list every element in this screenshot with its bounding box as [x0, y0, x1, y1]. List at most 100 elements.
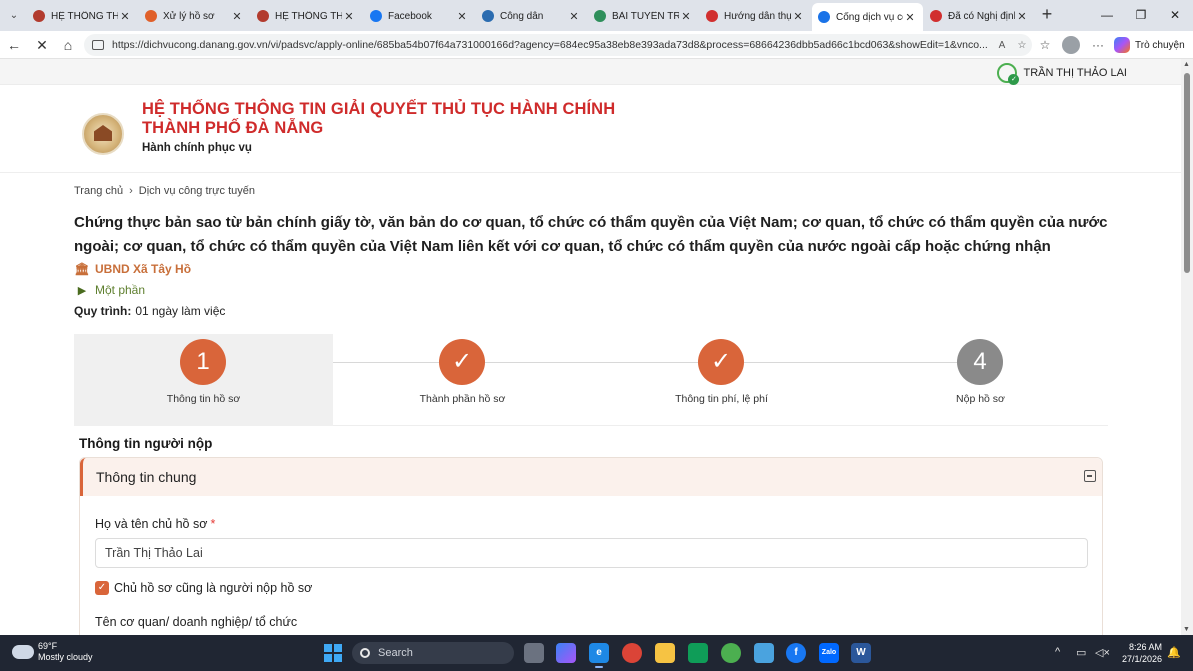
home-icon[interactable]: ⌂: [58, 35, 78, 55]
show-hidden-icons[interactable]: ^: [1055, 646, 1060, 658]
owner-label-text: Họ và tên chủ hồ sơ: [95, 517, 208, 531]
file-explorer-icon[interactable]: [655, 643, 675, 663]
edge-app-icon[interactable]: e: [589, 643, 609, 668]
notification-bell-icon[interactable]: 🔔: [1167, 646, 1181, 659]
top-user-strip: TRẦN THỊ THẢO LAI: [0, 59, 1181, 85]
restore-icon[interactable]: ❐: [1124, 4, 1158, 26]
word-app-icon[interactable]: W: [851, 643, 871, 663]
step-2[interactable]: ✓ Thành phần hồ sơ: [333, 334, 592, 426]
browser-tab[interactable]: HỆ THỐNG THÔN✕: [27, 4, 138, 28]
process-value: 01 ngày làm việc: [135, 304, 226, 318]
browser-tab[interactable]: Đã có Nghị định ✕: [924, 4, 1035, 28]
owner-is-submitter-row[interactable]: ✓ Chủ hồ sơ cũng là người nộp hồ sơ: [95, 581, 312, 595]
zalo-app-icon[interactable]: Zalo: [819, 643, 839, 663]
copilot-app-icon[interactable]: [556, 643, 576, 663]
app-icon[interactable]: [721, 643, 741, 663]
step-label: Thành phần hồ sơ: [419, 393, 506, 405]
weather-widget[interactable]: 69°F Mostly cloudy: [10, 640, 93, 663]
step-number: 1: [180, 339, 226, 385]
tab-label: Công dân: [500, 10, 544, 22]
breadcrumb-current[interactable]: Dịch vụ công trực tuyến: [139, 185, 255, 197]
site-title[interactable]: HỆ THỐNG THÔNG TIN GIẢI QUYẾT THỦ TỤC HÀ…: [142, 100, 615, 138]
tab-close-icon[interactable]: ✕: [1015, 10, 1029, 23]
url-text: https://dichvucong.danang.gov.vn/vi/pads…: [112, 39, 988, 51]
url-field[interactable]: https://dichvucong.danang.gov.vn/vi/pads…: [84, 34, 1032, 56]
display-icon[interactable]: ▭: [1076, 646, 1086, 659]
breadcrumb-home[interactable]: Trang chủ: [74, 185, 123, 197]
site-info-icon[interactable]: [92, 40, 104, 50]
collapse-icon[interactable]: [1084, 470, 1096, 482]
chrome-app-icon[interactable]: [622, 643, 642, 663]
step-3[interactable]: ✓ Thông tin phí, lệ phí: [592, 334, 851, 426]
tab-label: Facebook: [388, 10, 432, 22]
tab-close-icon[interactable]: ✕: [342, 10, 356, 23]
new-tab-button[interactable]: +: [1037, 5, 1057, 25]
tab-close-icon[interactable]: ✕: [118, 10, 132, 23]
tab-favicon-icon: [370, 10, 382, 22]
tab-close-icon[interactable]: ✕: [679, 10, 693, 23]
copilot-icon: [1114, 37, 1130, 53]
scroll-down-icon[interactable]: ▼: [1183, 626, 1190, 633]
tab-close-icon[interactable]: ✕: [791, 10, 805, 23]
tab-close-icon[interactable]: ✕: [903, 11, 917, 24]
read-aloud-icon[interactable]: A: [992, 40, 1012, 51]
browser-tab[interactable]: Hướng dẫn thực ✕: [700, 4, 811, 28]
copilot-button[interactable]: Trò chuyện: [1114, 36, 1185, 54]
taskbar-search[interactable]: Search: [352, 642, 514, 664]
user-verified-icon: [997, 63, 1020, 85]
browser-tab-bar: ⌄ HỆ THỐNG THÔN✕Xử lý hồ sơ✕HỆ THỐNG THÔ…: [0, 0, 1193, 31]
web-page: TRẦN THỊ THẢO LAI HỆ THỐNG THÔNG TIN GIẢ…: [0, 59, 1181, 635]
scrollbar-thumb[interactable]: [1184, 73, 1190, 273]
browser-tab[interactable]: Facebook ✕: [364, 4, 475, 28]
browser-tab[interactable]: Cổng dịch vụ côn✕: [812, 3, 923, 31]
user-menu[interactable]: TRẦN THỊ THẢO LAI: [997, 63, 1127, 85]
check-icon: ✓: [698, 339, 744, 385]
tab-label: HỆ THỐNG THÔN: [51, 10, 118, 22]
site-title-line1: HỆ THỐNG THÔNG TIN GIẢI QUYẾT THỦ TỤC HÀ…: [142, 100, 616, 118]
favorite-star-icon[interactable]: ☆: [1012, 40, 1032, 51]
profile-avatar[interactable]: [1062, 36, 1080, 54]
page-scrollbar[interactable]: ▲ ▼: [1181, 59, 1193, 635]
org-name-label: Tên cơ quan/ doanh nghiệp/ tổ chức: [95, 615, 298, 629]
browser-tab[interactable]: Xử lý hồ sơ ✕: [139, 4, 250, 28]
store-app-icon[interactable]: [688, 643, 708, 663]
arrow-tag-icon: ▶: [77, 284, 87, 297]
favorites-icon[interactable]: ☆: [1036, 36, 1054, 54]
step-4[interactable]: 4 Nộp hồ sơ: [851, 334, 1110, 426]
tab-favicon-icon: [818, 11, 830, 23]
browser-tab[interactable]: Công dân ✕: [476, 4, 587, 28]
browser-tab[interactable]: BÀI TUYÊN TRUYỀ✕: [588, 4, 699, 28]
tab-label: Hướng dẫn thực: [724, 10, 791, 22]
step-label: Nộp hồ sơ: [956, 393, 1005, 405]
back-icon[interactable]: ←: [4, 35, 24, 55]
chevron-right-icon: ›: [129, 185, 133, 197]
checkbox-checked-icon[interactable]: ✓: [95, 581, 109, 595]
procedure-title: Chứng thực bản sao từ bản chính giấy tờ,…: [74, 214, 1108, 255]
start-button[interactable]: [324, 644, 342, 662]
stop-loading-icon[interactable]: ✕: [32, 35, 52, 55]
tab-label: HỆ THỐNG THÔN: [275, 10, 342, 22]
step-1[interactable]: 1 Thông tin hồ sơ: [74, 334, 333, 426]
general-info-card: Thông tin chung Họ và tên chủ hồ sơ* ✓ C…: [79, 457, 1103, 635]
more-options-icon[interactable]: ···: [1089, 36, 1107, 54]
scroll-up-icon[interactable]: ▲: [1183, 61, 1190, 68]
facebook-app-icon[interactable]: f: [786, 643, 806, 663]
tab-close-icon[interactable]: ✕: [230, 10, 244, 23]
minimize-icon[interactable]: —: [1090, 4, 1124, 26]
agency-row: 🏛 UBND Xã Tây Hồ: [74, 262, 191, 276]
tab-close-icon[interactable]: ✕: [567, 10, 581, 23]
tab-label: Cổng dịch vụ côn: [836, 11, 903, 23]
task-view-icon[interactable]: [524, 643, 544, 663]
tab-close-icon[interactable]: ✕: [455, 10, 469, 23]
volume-muted-icon[interactable]: ◁×: [1095, 646, 1110, 659]
browser-tab[interactable]: HỆ THỐNG THÔN✕: [251, 4, 362, 28]
clock[interactable]: 8:26 AM 27/1/2026: [1116, 641, 1162, 665]
site-logo[interactable]: [82, 113, 124, 155]
close-window-icon[interactable]: ✕: [1158, 4, 1192, 26]
tab-actions-menu-icon[interactable]: ⌄: [4, 5, 24, 25]
monitor-app-icon[interactable]: [754, 643, 774, 663]
owner-name-input[interactable]: [95, 538, 1088, 568]
service-level-row: ▶ Một phần: [74, 283, 145, 297]
card-header[interactable]: Thông tin chung: [80, 458, 1102, 496]
tab-favicon-icon: [594, 10, 606, 22]
